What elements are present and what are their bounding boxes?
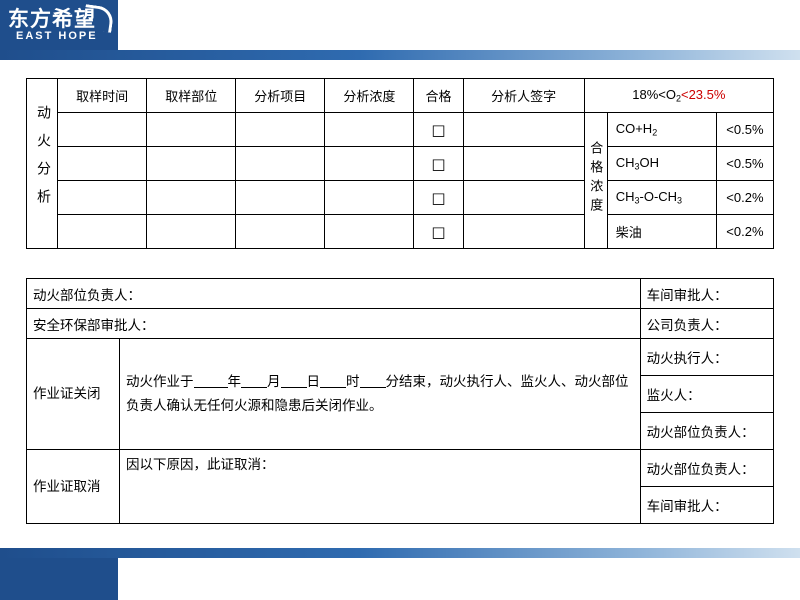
cell-analyst-signature[interactable] bbox=[462, 180, 585, 215]
limit-value-dme: <0.2% bbox=[715, 180, 775, 215]
limit-value-ch3oh: <0.5% bbox=[715, 146, 775, 181]
cell-sampling-part[interactable] bbox=[146, 112, 237, 147]
label-permit-close: 作业证关闭 bbox=[26, 338, 120, 450]
limit-name-sub: 2 bbox=[652, 127, 658, 138]
brand-name-english: EAST HOPE bbox=[16, 30, 98, 42]
cell-analysis-item[interactable] bbox=[235, 214, 326, 249]
header-analyst-signature: 分析人签字 bbox=[462, 78, 585, 113]
header-sampling-part: 取样部位 bbox=[146, 78, 237, 113]
close-text-e: 时 bbox=[346, 374, 360, 390]
header-sampling-time: 取样时间 bbox=[57, 78, 148, 113]
cell-analysis-item[interactable] bbox=[235, 180, 326, 215]
cell-analyst-signature[interactable] bbox=[462, 214, 585, 249]
bottom-decorative-bar bbox=[0, 548, 800, 558]
limit-name-diesel: 柴油 bbox=[606, 214, 717, 249]
limit-name-ch3oh: CH3OH bbox=[606, 146, 717, 181]
permit-close-statement[interactable]: 动火作业于年月日时分结束，动火执行人、监火人、动火部位负责人确认无任何火源和隐患… bbox=[119, 338, 641, 450]
limit-name-text: CO+H bbox=[615, 121, 653, 137]
blank-day-input[interactable] bbox=[280, 373, 307, 389]
header-analysis-item: 分析项目 bbox=[235, 78, 326, 113]
label-permit-cancel: 作业证取消 bbox=[26, 449, 120, 524]
limit-name-text: CH bbox=[615, 189, 635, 205]
cell-analysis-item[interactable] bbox=[235, 146, 326, 181]
signoff-table: 动火部位负责人： 车间审批人： 安全环保部审批人： 公司负责人： 作业证关闭 动… bbox=[26, 278, 775, 524]
table-row: □ 柴油 <0.2% bbox=[27, 214, 775, 249]
blank-year-input[interactable] bbox=[193, 373, 228, 389]
swoosh-icon bbox=[82, 4, 115, 33]
bottom-brand-block bbox=[0, 558, 118, 600]
limit-name-dme: CH3-O-CH3 bbox=[606, 180, 717, 215]
limit-value-diesel: <0.2% bbox=[715, 214, 775, 249]
brand-logo-banner: 东方希望 EAST HOPE bbox=[0, 0, 118, 50]
table-row: 作业证关闭 动火作业于年月日时分结束，动火执行人、监火人、动火部位负责人确认无任… bbox=[26, 338, 775, 450]
limit-value-co-h2: <0.5% bbox=[715, 112, 775, 147]
fire-analysis-section: 动火分析 取样时间 取样部位 分析项目 分析浓度 合格 分析人签字 18%<O2… bbox=[25, 78, 775, 249]
field-fire-watcher[interactable]: 监火人： bbox=[639, 375, 775, 413]
cell-sampling-part[interactable] bbox=[146, 180, 237, 215]
table-row: 动火部位负责人： 车间审批人： bbox=[26, 278, 775, 309]
cell-analysis-concentration[interactable] bbox=[324, 180, 415, 215]
qualified-concentration-side-label: 合格浓度 bbox=[583, 112, 608, 249]
cell-pass-checkbox[interactable]: □ bbox=[413, 180, 464, 215]
field-workshop-approver[interactable]: 车间审批人： bbox=[639, 278, 775, 309]
cell-analyst-signature[interactable] bbox=[462, 146, 585, 181]
fire-analysis-table: 动火分析 取样时间 取样部位 分析项目 分析浓度 合格 分析人签字 18%<O2… bbox=[25, 78, 775, 249]
cell-analysis-concentration[interactable] bbox=[324, 146, 415, 181]
limit-name-sub2: 3 bbox=[677, 195, 683, 206]
field-safety-env-approver[interactable]: 安全环保部审批人： bbox=[26, 308, 641, 339]
cell-sampling-time[interactable] bbox=[57, 180, 148, 215]
signoff-section: 动火部位负责人： 车间审批人： 安全环保部审批人： 公司负责人： 作业证关闭 动… bbox=[26, 278, 775, 524]
limit-name-suffix: -O-CH bbox=[639, 189, 678, 205]
table-row: 作业证取消 因以下原因，此证取消： 动火部位负责人： bbox=[26, 449, 775, 524]
cell-sampling-time[interactable] bbox=[57, 146, 148, 181]
cell-analysis-item[interactable] bbox=[235, 112, 326, 147]
limit-name-co-h2: CO+H2 bbox=[606, 112, 717, 147]
cell-sampling-part[interactable] bbox=[146, 146, 237, 181]
table-header-row: 动火分析 取样时间 取样部位 分析项目 分析浓度 合格 分析人签字 18%<O2… bbox=[25, 78, 775, 249]
blank-minute-input[interactable] bbox=[359, 373, 386, 389]
table-row: □ CH3OH <0.5% bbox=[27, 146, 775, 181]
field-workshop-approver-cancel[interactable]: 车间审批人： bbox=[639, 486, 775, 524]
cell-sampling-time[interactable] bbox=[57, 112, 148, 147]
cell-analysis-concentration[interactable] bbox=[324, 214, 415, 249]
header-analysis-concentration: 分析浓度 bbox=[324, 78, 415, 113]
close-text-a: 动火作业于 bbox=[126, 374, 194, 390]
field-hot-work-area-supervisor[interactable]: 动火部位负责人： bbox=[26, 278, 641, 309]
cell-sampling-part[interactable] bbox=[146, 214, 237, 249]
table-row: □ 合格浓度 CO+H2 <0.5% bbox=[27, 112, 775, 249]
field-hot-work-area-supervisor-cancel[interactable]: 动火部位负责人： bbox=[639, 449, 775, 487]
cell-pass-checkbox[interactable]: □ bbox=[413, 214, 464, 249]
field-hot-work-executor[interactable]: 动火执行人： bbox=[639, 338, 775, 376]
field-hot-work-area-supervisor-close[interactable]: 动火部位负责人： bbox=[639, 412, 775, 450]
field-company-leader[interactable]: 公司负责人： bbox=[639, 308, 775, 339]
limit-name-text: CH bbox=[615, 155, 635, 171]
analysis-side-label: 动火分析 bbox=[25, 78, 59, 249]
table-row: □ CH3-O-CH3 <0.2% bbox=[27, 180, 775, 215]
oxygen-limit-upper: <23.5% bbox=[680, 87, 726, 103]
close-text-c: 月 bbox=[267, 374, 281, 390]
cell-analyst-signature[interactable] bbox=[462, 112, 585, 147]
oxygen-limit-header: 18%<O2<23.5% bbox=[583, 78, 775, 113]
permit-cancel-reason[interactable]: 因以下原因，此证取消： bbox=[119, 449, 641, 524]
header-pass: 合格 bbox=[413, 78, 464, 113]
top-decorative-bar bbox=[0, 50, 800, 60]
blank-hour-input[interactable] bbox=[320, 373, 346, 389]
table-row: 安全环保部审批人： 公司负责人： bbox=[26, 308, 775, 339]
cell-sampling-time[interactable] bbox=[57, 214, 148, 249]
blank-month-input[interactable] bbox=[241, 373, 267, 389]
limit-name-suffix: OH bbox=[639, 155, 660, 171]
cell-pass-checkbox[interactable]: □ bbox=[413, 112, 464, 147]
cell-analysis-concentration[interactable] bbox=[324, 112, 415, 147]
oxygen-limit-prefix: 18%<O bbox=[632, 87, 676, 103]
close-text-d: 日 bbox=[306, 374, 321, 390]
close-text-b: 年 bbox=[227, 374, 242, 390]
cell-pass-checkbox[interactable]: □ bbox=[413, 146, 464, 181]
